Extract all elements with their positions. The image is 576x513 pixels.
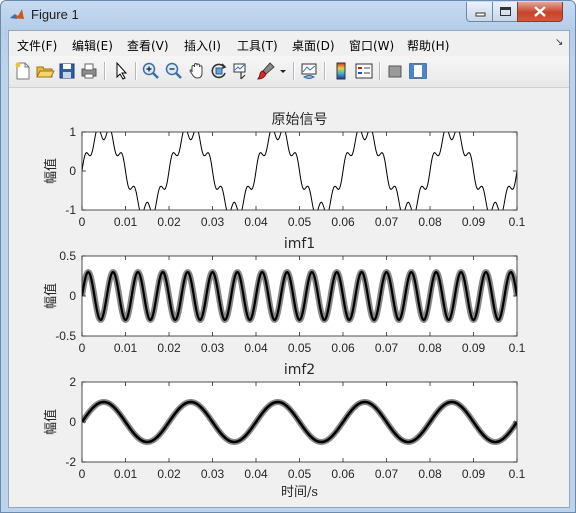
y-tick-label: -1 [65, 203, 76, 217]
pan-hand-icon[interactable] [187, 61, 207, 81]
brush-icon[interactable] [256, 61, 276, 81]
y-tick-label: 0 [69, 164, 76, 178]
y-tick-label: 0 [69, 289, 76, 303]
axes-1[interactable] [81, 128, 518, 214]
new-figure-icon[interactable] [13, 61, 33, 81]
y-axis-label: 幅值 [43, 409, 59, 435]
plots-svg: 0 0.01 0.02 0.03 0.04 0.05 0.06 0.07 0.08 0.09 0.1… [43, 112, 526, 500]
x-tick-label: 0.08 [418, 341, 442, 355]
menu-bar: 文件(F) 编辑(E) 查看(V) 插入(I) 工具(T) 桌面(D) 窗口(W… [9, 31, 569, 56]
x-tick-label: 0.03 [201, 467, 225, 481]
menu-help[interactable]: 帮助(H) [407, 37, 449, 54]
x-tick-label: 0.03 [201, 215, 225, 229]
data-cursor-icon[interactable] [231, 61, 251, 81]
x-tick-label: 0.02 [157, 215, 181, 229]
y-axis-label: 幅值 [43, 283, 59, 309]
axes-title: 原始信号 [272, 112, 328, 128]
figure-window: Figure 1 文件(F) 编辑(E) 查看(V) 插入(I) 工具(T) 桌… [0, 0, 576, 513]
x-tick-label: 0.06 [331, 215, 355, 229]
x-tick-label: 0.07 [375, 215, 399, 229]
show-plot-tools-icon[interactable] [408, 61, 428, 81]
x-tick-label: 0.09 [462, 341, 486, 355]
x-tick-label: 0 [79, 467, 86, 481]
x-tick-label: 0.07 [375, 467, 399, 481]
close-button[interactable] [517, 2, 563, 22]
figure-client: 文件(F) 编辑(E) 查看(V) 插入(I) 工具(T) 桌面(D) 窗口(W… [8, 30, 570, 508]
x-axis-label: 时间/s [281, 485, 318, 500]
toolbar-separator [379, 62, 381, 80]
menu-desktop[interactable]: 桌面(D) [292, 37, 335, 54]
x-tick-label: 0.04 [244, 341, 268, 355]
toolbar-separator [104, 62, 106, 80]
pointer-icon[interactable] [111, 61, 131, 81]
toolbar-separator [324, 62, 326, 80]
x-tick-label: 0.08 [418, 215, 442, 229]
legend-icon[interactable] [354, 61, 374, 81]
axes-3[interactable] [81, 381, 518, 463]
menu-file[interactable]: 文件(F) [17, 37, 57, 54]
x-tick-label: 0.08 [418, 467, 442, 481]
x-tick-label: 0.02 [157, 341, 181, 355]
x-tick-label: 0.04 [244, 467, 268, 481]
x-tick-label: 0.1 [509, 215, 526, 229]
maximize-icon [500, 7, 511, 16]
y-axis-label: 幅值 [43, 158, 59, 184]
link-plot-icon[interactable] [299, 61, 319, 81]
x-tick-label: 0.05 [288, 467, 312, 481]
axes-background [82, 256, 517, 336]
y-tick-label: 1 [69, 125, 76, 139]
close-icon [534, 6, 546, 17]
x-tick-label: 0.01 [114, 341, 138, 355]
rotate-3d-icon[interactable] [209, 61, 229, 81]
menu-insert[interactable]: 插入(I) [184, 37, 221, 54]
x-tick-label: 0.01 [114, 215, 138, 229]
maximize-button[interactable] [492, 2, 519, 22]
y-tick-label: 0 [69, 415, 76, 429]
x-tick-label: 0.05 [288, 341, 312, 355]
figure-canvas: 0 0.01 0.02 0.03 0.04 0.05 0.06 0.07 0.08 0.09 0.1… [9, 88, 569, 507]
x-tick-label: 0.06 [331, 341, 355, 355]
x-tick-label: 0.1 [509, 341, 526, 355]
minimize-button[interactable] [466, 2, 494, 22]
x-tick-label: 0.09 [462, 467, 486, 481]
x-tick-label: 0.07 [375, 341, 399, 355]
print-icon[interactable] [79, 61, 99, 81]
y-tick-label: 2 [69, 375, 76, 389]
colorbar-icon[interactable] [331, 61, 351, 81]
title-bar[interactable]: Figure 1 [1, 1, 575, 29]
toolbar-separator [135, 62, 137, 80]
zoom-in-icon[interactable] [141, 61, 161, 81]
axes-title: imf1 [284, 236, 315, 252]
y-tick-label: -0.5 [55, 329, 76, 343]
x-tick-label: 0 [79, 215, 86, 229]
x-tick-label: 0.04 [244, 215, 268, 229]
menu-edit[interactable]: 编辑(E) [72, 37, 113, 54]
menu-window[interactable]: 窗口(W) [349, 37, 394, 54]
save-icon[interactable] [57, 61, 77, 81]
x-tick-label: 0.03 [201, 341, 225, 355]
matlab-logo-icon [10, 9, 24, 19]
y-tick-label: 0.5 [59, 249, 76, 263]
y-tick-label: -2 [65, 455, 76, 469]
x-tick-label: 0.02 [157, 467, 181, 481]
menu-view[interactable]: 查看(V) [127, 37, 169, 54]
menu-tools[interactable]: 工具(T) [237, 37, 278, 54]
x-tick-label: 0 [79, 341, 86, 355]
axes-2[interactable] [81, 255, 518, 337]
x-tick-label: 0.09 [462, 215, 486, 229]
window-title: Figure 1 [31, 7, 79, 22]
figure-toolbar [9, 56, 569, 88]
x-tick-label: 0.01 [114, 467, 138, 481]
x-tick-label: 0.05 [288, 215, 312, 229]
toolbar-separator [293, 62, 295, 80]
x-tick-label: 0.1 [509, 467, 526, 481]
minimize-icon [475, 12, 486, 17]
open-file-icon[interactable] [35, 61, 55, 81]
hide-plot-tools-icon[interactable] [385, 61, 405, 81]
x-tick-label: 0.06 [331, 467, 355, 481]
axes-title: imf2 [284, 362, 315, 378]
menu-dock-arrow-icon[interactable]: ↘ [555, 37, 563, 48]
zoom-out-icon[interactable] [164, 61, 184, 81]
